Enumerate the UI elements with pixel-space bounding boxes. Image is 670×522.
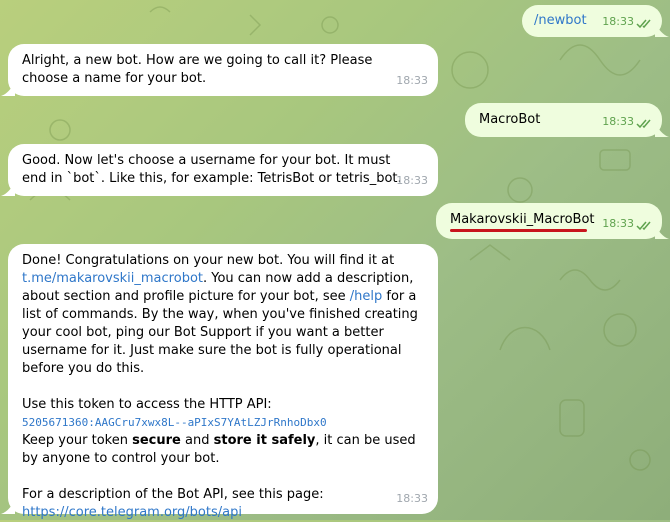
api-token[interactable]: 5205671360:AAGCru7xwx8L--aPIxS7YAtLZJrRn… bbox=[22, 416, 327, 429]
message-text: Makarovskii_MacroBot bbox=[450, 212, 595, 227]
message-incoming-choose-name[interactable]: Alright, a new bot. How are we going to … bbox=[8, 44, 438, 96]
message-text: Good. Now let's choose a username for yo… bbox=[22, 153, 402, 186]
double-check-icon bbox=[636, 119, 651, 129]
message-text: Done! Congratulations on your new bot. Y… bbox=[22, 253, 395, 268]
message-incoming-choose-username[interactable]: Good. Now let's choose a username for yo… bbox=[8, 144, 438, 196]
message-text: MacroBot bbox=[479, 112, 541, 127]
message-text: Alright, a new bot. How are we going to … bbox=[22, 53, 373, 86]
secure-text: secure bbox=[132, 433, 181, 448]
message-time: 18:33 bbox=[602, 15, 634, 28]
message-time: 18:33 bbox=[396, 74, 428, 87]
store-safely-text: store it safely bbox=[213, 433, 316, 448]
message-text: Keep your token bbox=[22, 433, 128, 448]
message-outgoing-newbot[interactable]: /newbot 18:33 bbox=[522, 5, 662, 37]
highlight-underline bbox=[450, 229, 587, 232]
api-docs-paragraph: For a description of the Bot API, see th… bbox=[22, 486, 422, 522]
help-command-link[interactable]: /help bbox=[350, 289, 382, 304]
congrats-paragraph: Done! Congratulations on your new bot. Y… bbox=[22, 252, 422, 378]
message-text[interactable]: /newbot bbox=[534, 12, 587, 30]
message-time: 18:33 bbox=[396, 492, 428, 505]
message-text: and bbox=[185, 433, 210, 448]
double-check-icon bbox=[636, 221, 651, 231]
message-time: 18:33 bbox=[602, 217, 634, 230]
token-paragraph: Use this token to access the HTTP API: 5… bbox=[22, 396, 422, 468]
bot-api-link[interactable]: https://core.telegram.org/bots/api bbox=[22, 505, 242, 520]
bot-link[interactable]: t.me/makarovskii_macrobot bbox=[22, 271, 203, 286]
api-docs-label: For a description of the Bot API, see th… bbox=[22, 487, 324, 502]
message-time: 18:33 bbox=[396, 174, 428, 187]
message-time: 18:33 bbox=[602, 115, 634, 128]
message-incoming-bot-created[interactable]: Done! Congratulations on your new bot. Y… bbox=[8, 244, 438, 520]
message-outgoing-macrobot[interactable]: MacroBot 18:33 bbox=[465, 103, 662, 137]
message-outgoing-username[interactable]: Makarovskii_MacroBot 18:33 bbox=[436, 203, 662, 239]
token-label: Use this token to access the HTTP API: bbox=[22, 397, 272, 412]
double-check-icon bbox=[636, 19, 651, 29]
